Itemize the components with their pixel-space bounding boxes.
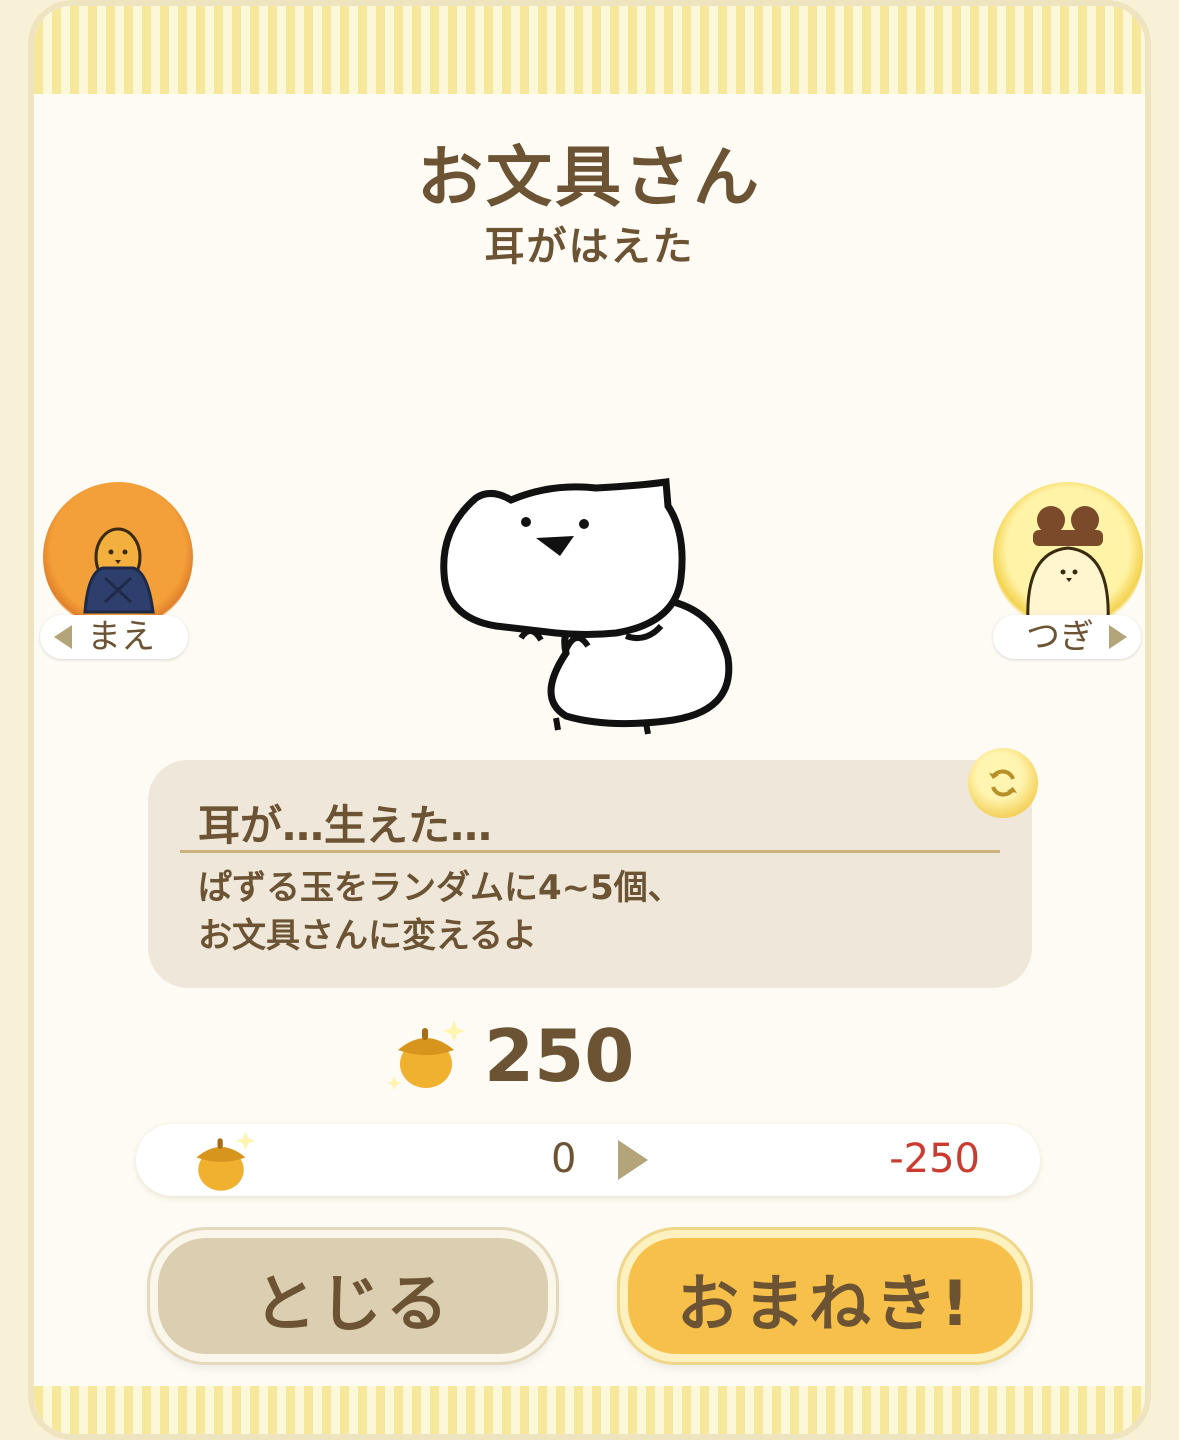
next-character-medal-icon (993, 482, 1143, 632)
character-subtitle: 耳がはえた (484, 224, 695, 270)
acorn-icon (196, 1131, 256, 1191)
character-illustration (436, 478, 746, 747)
skill-name: 耳が…生えた… (198, 801, 493, 850)
bottom-stripe-border (34, 1386, 1145, 1434)
refresh-button[interactable] (968, 748, 1038, 818)
invite-button[interactable]: おまねき! (620, 1230, 1030, 1362)
skill-description-box: 耳が…生えた… ぱずる玉をランダムに4~5個、 お文具さんに変えるよ (148, 760, 1032, 988)
divider (180, 850, 1000, 853)
prev-character-medal-icon (43, 482, 193, 632)
next-character-button[interactable]: つぎ (988, 482, 1148, 659)
prev-label-text: まえ (87, 617, 155, 657)
refresh-icon (989, 769, 1017, 797)
acorn-balance-bar: 0 -250 (136, 1124, 1040, 1196)
description-line: ぱずる玉をランダムに4~5個、 (198, 868, 682, 908)
balance-after: -250 (889, 1136, 980, 1182)
prev-button-label: まえ (40, 615, 188, 659)
top-stripe-border (34, 6, 1145, 94)
skill-description: ぱずる玉をランダムに4~5個、 お文具さんに変えるよ (198, 864, 682, 960)
left-arrow-icon (54, 625, 72, 649)
right-arrow-icon (1109, 625, 1127, 649)
acorn-icon (387, 1020, 465, 1090)
prev-character-button[interactable]: まえ (38, 482, 198, 659)
current-balance: 0 (551, 1136, 577, 1182)
description-line: お文具さんに変えるよ (198, 916, 537, 956)
cost-value: 250 (484, 1014, 635, 1098)
arrow-right-icon (618, 1140, 648, 1180)
next-button-label: つぎ (993, 615, 1141, 659)
close-button[interactable]: とじる (150, 1230, 556, 1362)
next-label-text: つぎ (1026, 617, 1094, 657)
character-name: お文具さん (417, 139, 762, 216)
